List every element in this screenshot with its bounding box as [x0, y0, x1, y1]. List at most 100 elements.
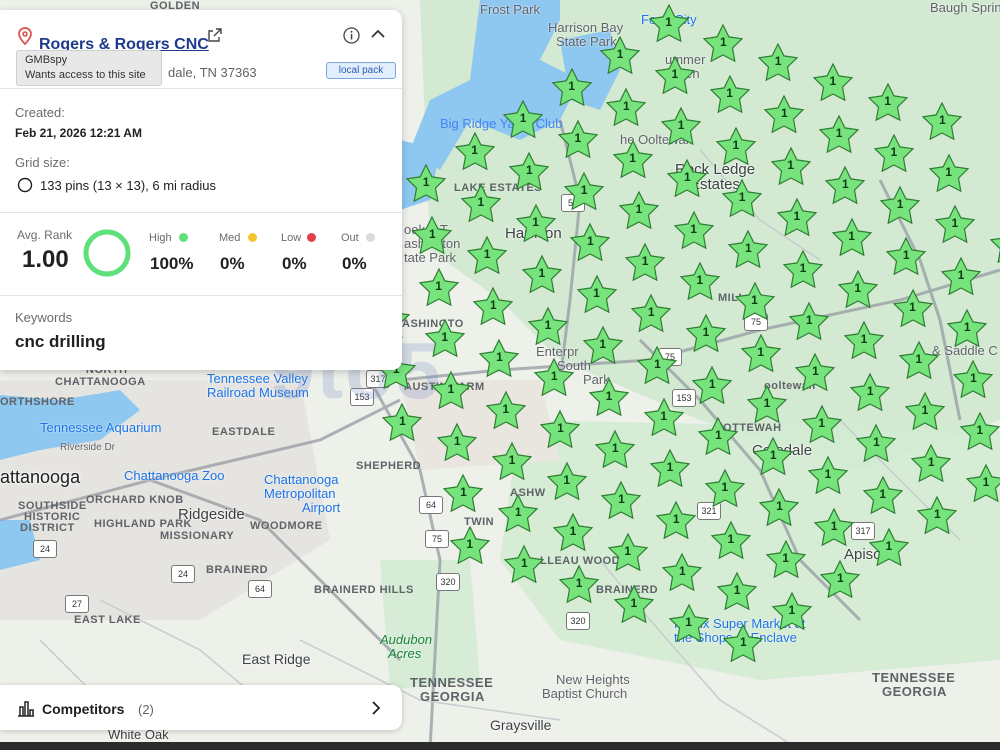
rank-pin[interactable]: 1	[604, 86, 648, 130]
rank-pin[interactable]: 1	[496, 492, 540, 536]
rank-pin[interactable]: 1	[606, 531, 650, 575]
rank-pin[interactable]: 1	[733, 280, 777, 324]
rank-pin[interactable]: 1	[696, 415, 740, 459]
rank-pin[interactable]: 1	[501, 98, 545, 142]
rank-pin[interactable]: 1	[532, 356, 576, 400]
rank-pin[interactable]: 1	[897, 339, 941, 383]
rank-pin[interactable]: 1	[404, 162, 448, 206]
rank-pin[interactable]: 1	[514, 202, 558, 246]
rank-pin[interactable]: 1	[958, 410, 1000, 454]
competitors-row[interactable]: Competitors (2)	[0, 685, 402, 730]
rank-pin[interactable]: 1	[667, 602, 711, 646]
rank-pin[interactable]: 1	[715, 570, 759, 614]
rank-pin[interactable]: 1	[726, 228, 770, 272]
rank-pin[interactable]: 1	[581, 324, 625, 368]
rank-pin[interactable]: 1	[878, 184, 922, 228]
chevron-up-icon[interactable]	[370, 28, 386, 40]
rank-pin[interactable]: 1	[629, 292, 673, 336]
rank-pin[interactable]: 1	[453, 130, 497, 174]
rank-pin[interactable]: 1	[520, 253, 564, 297]
rank-pin[interactable]: 1	[909, 442, 953, 486]
rank-pin[interactable]: 1	[891, 287, 935, 331]
rank-pin[interactable]: 1	[709, 519, 753, 563]
rank-pin[interactable]: 1	[538, 408, 582, 452]
external-link-icon[interactable]	[207, 27, 223, 43]
rank-pin[interactable]: 1	[562, 170, 606, 214]
rank-pin[interactable]: 1	[593, 428, 637, 472]
rank-pin[interactable]: 1	[526, 305, 570, 349]
rank-pin[interactable]: 1	[623, 241, 667, 285]
rank-pin[interactable]: 1	[884, 235, 928, 279]
rank-pin[interactable]: 1	[659, 105, 703, 149]
rank-pin[interactable]: 1	[756, 41, 800, 85]
rank-pin[interactable]: 1	[848, 371, 892, 415]
rank-pin[interactable]: 1	[448, 524, 492, 568]
rank-pin[interactable]: 1	[806, 454, 850, 498]
rank-pin[interactable]: 1	[678, 260, 722, 304]
rank-pin[interactable]: 1	[787, 300, 831, 344]
rank-pin[interactable]: 1	[836, 268, 880, 312]
rank-pin[interactable]: 1	[690, 364, 734, 408]
rank-pin[interactable]: 1	[781, 248, 825, 292]
rank-pin[interactable]: 1	[556, 118, 600, 162]
rank-pin[interactable]: 1	[861, 474, 905, 518]
rank-pin[interactable]: 1	[642, 396, 686, 440]
rank-pin[interactable]: 1	[720, 177, 764, 221]
rank-pin[interactable]: 1	[665, 157, 709, 201]
rank-pin[interactable]: 1	[484, 389, 528, 433]
rank-pin[interactable]: 1	[903, 390, 947, 434]
rank-pin[interactable]: 1	[915, 494, 959, 538]
rank-pin[interactable]: 1	[587, 376, 631, 420]
rank-pin[interactable]: 1	[660, 551, 704, 595]
rank-pin[interactable]: 1	[823, 164, 867, 208]
rank-pin[interactable]: 1	[465, 234, 509, 278]
rank-pin[interactable]: 1	[745, 383, 789, 427]
rank-pin[interactable]: 1	[854, 422, 898, 466]
rank-pin[interactable]: 1	[441, 472, 485, 516]
info-icon[interactable]	[343, 27, 360, 44]
rank-pin[interactable]: 1	[551, 511, 595, 555]
rank-pin[interactable]: 1	[684, 312, 728, 356]
rank-pin[interactable]: 1	[811, 61, 855, 105]
rank-pin[interactable]: 1	[635, 344, 679, 388]
rank-pin[interactable]: 1	[703, 467, 747, 511]
rank-pin[interactable]: 1	[477, 337, 521, 381]
rank-pin[interactable]: 1	[867, 526, 911, 570]
rank-pin[interactable]: 1	[507, 150, 551, 194]
rank-pin[interactable]: 1	[739, 332, 783, 376]
rank-pin[interactable]: 1	[575, 273, 619, 317]
rank-pin[interactable]: 1	[762, 93, 806, 137]
rank-pin[interactable]: 1	[945, 307, 989, 351]
rank-pin[interactable]: 1	[653, 54, 697, 98]
rank-pin[interactable]: 1	[490, 440, 534, 484]
rank-pin[interactable]: 1	[647, 2, 691, 46]
rank-pin[interactable]: 1	[769, 145, 813, 189]
rank-pin[interactable]: 1	[568, 221, 612, 265]
rank-pin[interactable]: 1	[654, 499, 698, 543]
rank-pin[interactable]: 1	[872, 132, 916, 176]
rank-pin[interactable]: 1	[459, 182, 503, 226]
rank-pin[interactable]: 1	[830, 216, 874, 260]
rank-pin[interactable]: 1	[800, 403, 844, 447]
rank-pin[interactable]: 1	[550, 66, 594, 110]
rank-pin[interactable]: 1	[793, 351, 837, 395]
rank-pin[interactable]: 1	[648, 447, 692, 491]
rank-pin[interactable]: 1	[866, 81, 910, 125]
rank-pin[interactable]: 1	[701, 22, 745, 66]
rank-pin[interactable]: 1	[964, 462, 1000, 506]
rank-pin[interactable]: 1	[775, 196, 819, 240]
rank-pin[interactable]: 1	[920, 100, 964, 144]
rank-pin[interactable]: 1	[708, 73, 752, 117]
rank-pin[interactable]: 1	[842, 319, 886, 363]
rank-pin[interactable]: 1	[598, 34, 642, 78]
rank-pin[interactable]: 1	[599, 479, 643, 523]
rank-pin[interactable]: 1	[471, 285, 515, 329]
rank-pin[interactable]: 1	[927, 152, 971, 196]
rank-pin[interactable]: 1	[611, 138, 655, 182]
rank-pin[interactable]: 1	[951, 358, 995, 402]
rank-pin[interactable]: 1	[435, 421, 479, 465]
rank-pin[interactable]: 1	[812, 506, 856, 550]
rank-pin[interactable]: 1	[380, 401, 424, 445]
rank-pin[interactable]: 1	[939, 255, 983, 299]
rank-pin[interactable]: 1	[429, 369, 473, 413]
